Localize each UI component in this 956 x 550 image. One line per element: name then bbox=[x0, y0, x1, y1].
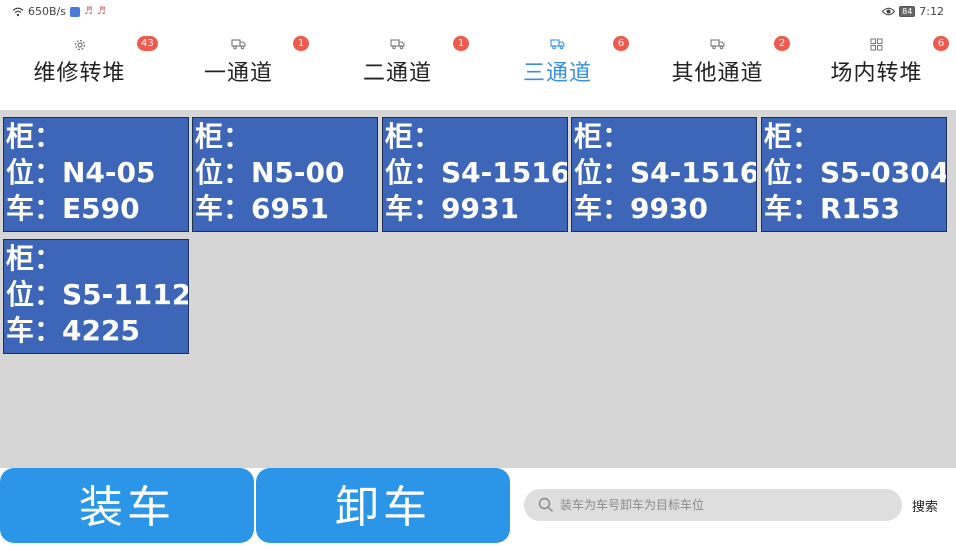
bottom-action-bar: 装车 卸车 搜索 bbox=[0, 468, 956, 550]
search-icon bbox=[538, 497, 553, 512]
card-position-line: 位：S5-0304 bbox=[764, 156, 947, 189]
card-vehicle-line: 车：4225 bbox=[6, 314, 140, 347]
music-icon: ♬ bbox=[83, 6, 93, 17]
task-card[interactable]: 柜： 位：S4-1516 车：9930 bbox=[571, 117, 757, 232]
wifi-icon bbox=[12, 7, 24, 16]
app-notification-icon bbox=[69, 6, 80, 17]
net-speed: 650B/s bbox=[28, 5, 66, 18]
tab-weixiu-zhuandui[interactable]: 维修转堆 43 bbox=[0, 24, 159, 110]
music-icon: ♬ bbox=[96, 6, 106, 17]
tab-qita-tongdao[interactable]: 其他通道 2 bbox=[638, 24, 797, 110]
truck-icon bbox=[710, 39, 725, 50]
card-vehicle-line: 车：9931 bbox=[385, 192, 519, 225]
card-container-line: 柜： bbox=[574, 120, 631, 153]
count-badge: 43 bbox=[137, 36, 158, 51]
task-card[interactable]: 柜： 位：N4-05 车：E590 bbox=[3, 117, 189, 232]
tab-er-tongdao[interactable]: 二通道 1 bbox=[318, 24, 477, 110]
card-position-line: 位：N4-05 bbox=[6, 156, 156, 189]
task-card[interactable]: 柜： 位：S5-1112 车：4225 bbox=[3, 239, 189, 354]
tab-label: 二通道 bbox=[362, 61, 432, 86]
task-card-grid: 柜： 位：N4-05 车：E590 柜： 位：N5-00 车：6951 柜： 位… bbox=[0, 110, 956, 468]
card-position-line: 位：S4-1516 bbox=[385, 156, 568, 189]
card-container-line: 柜： bbox=[6, 242, 63, 275]
truck-icon bbox=[231, 39, 246, 50]
unload-button[interactable]: 卸车 bbox=[256, 468, 510, 543]
tab-label: 其他通道 bbox=[671, 61, 764, 86]
grid-icon bbox=[870, 38, 883, 51]
card-container-line: 柜： bbox=[195, 120, 252, 153]
card-position-line: 位：N5-00 bbox=[195, 156, 345, 189]
tab-label: 一通道 bbox=[203, 61, 273, 86]
search-input[interactable] bbox=[560, 489, 890, 521]
card-vehicle-line: 车：9930 bbox=[574, 192, 708, 225]
tab-san-tongdao[interactable]: 三通道 6 bbox=[478, 24, 637, 110]
tab-label: 三通道 bbox=[522, 61, 592, 86]
count-badge: 2 bbox=[774, 36, 790, 51]
card-container-line: 柜： bbox=[764, 120, 821, 153]
eye-icon bbox=[882, 7, 896, 16]
tab-changnei-zhuandui[interactable]: 场内转堆 6 bbox=[797, 24, 956, 110]
channel-tabs: 维修转堆 43 一通道 1 二通道 1 三通道 6 其他通道 2 场内转堆 6 bbox=[0, 24, 956, 110]
tab-label: 场内转堆 bbox=[830, 61, 923, 86]
card-container-line: 柜： bbox=[6, 120, 63, 153]
truck-icon bbox=[550, 39, 565, 50]
tab-label: 维修转堆 bbox=[33, 61, 126, 86]
gear-icon bbox=[74, 39, 85, 51]
count-badge: 1 bbox=[293, 36, 309, 51]
card-position-line: 位：S4-1516 bbox=[574, 156, 757, 189]
battery-icon: 84 bbox=[899, 6, 916, 17]
task-card[interactable]: 柜： 位：S4-1516 车：9931 bbox=[382, 117, 568, 232]
status-bar: 650B/s ♬ ♬ 84 7:12 bbox=[0, 0, 956, 24]
search-box[interactable] bbox=[524, 489, 902, 521]
card-container-line: 柜： bbox=[385, 120, 442, 153]
count-badge: 6 bbox=[613, 36, 629, 51]
task-card[interactable]: 柜： 位：N5-00 车：6951 bbox=[192, 117, 378, 232]
card-vehicle-line: 车：6951 bbox=[195, 192, 329, 225]
load-button[interactable]: 装车 bbox=[0, 468, 254, 543]
card-vehicle-line: 车：R153 bbox=[764, 192, 901, 225]
truck-icon bbox=[390, 39, 405, 50]
count-badge: 6 bbox=[933, 36, 949, 51]
task-card[interactable]: 柜： 位：S5-0304 车：R153 bbox=[761, 117, 947, 232]
card-position-line: 位：S5-1112 bbox=[6, 278, 189, 311]
count-badge: 1 bbox=[453, 36, 469, 51]
card-vehicle-line: 车：E590 bbox=[6, 192, 140, 225]
search-button[interactable]: 搜索 bbox=[912, 496, 938, 515]
tab-yi-tongdao[interactable]: 一通道 1 bbox=[159, 24, 318, 110]
clock: 7:12 bbox=[919, 5, 944, 18]
